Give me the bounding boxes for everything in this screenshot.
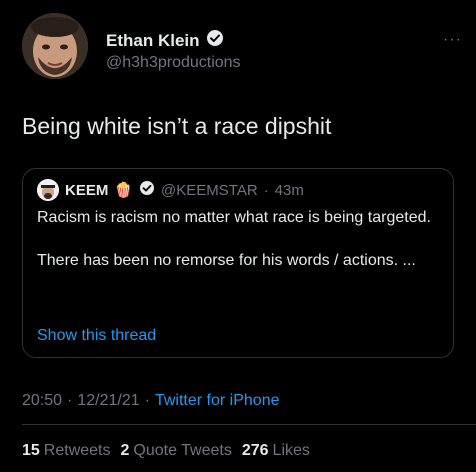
- quoted-text-line1: Racism is racism no matter what race is …: [37, 209, 431, 226]
- tweet-header: Ethan Klein @h3h3productions ···: [22, 13, 462, 83]
- quote-tweets-label: Quote Tweets: [133, 442, 232, 459]
- quoted-tweet-header: KEEM 🍿 @KEEMSTAR · 43m: [37, 179, 304, 201]
- tweet-text: Being white isn’t a race dipshit: [22, 113, 332, 139]
- quoted-tweet-body: Racism is racism no matter what race is …: [37, 207, 437, 293]
- show-thread-link[interactable]: Show this thread: [37, 327, 156, 345]
- tweet-time[interactable]: 20:50: [22, 392, 62, 410]
- meta-separator: ·: [144, 392, 150, 409]
- likes-label: Likes: [272, 442, 310, 459]
- quoted-tweet[interactable]: KEEM 🍿 @KEEMSTAR · 43m Racism is racism …: [22, 168, 454, 358]
- author-name[interactable]: Ethan Klein: [106, 31, 200, 51]
- tweet-date[interactable]: 12/21/21: [77, 392, 139, 410]
- likes-stat[interactable]: 276 Likes: [242, 442, 310, 460]
- quoted-author-handle: @KEEMSTAR: [161, 181, 258, 199]
- quoted-time: 43m: [274, 181, 304, 199]
- meta-separator: ·: [67, 392, 73, 409]
- author-name-row[interactable]: Ethan Klein: [106, 29, 224, 52]
- quoted-text-line2: There has been no remorse for his words …: [37, 252, 416, 269]
- author-avatar[interactable]: [22, 13, 88, 79]
- tweet-stats: 15 Retweets 2 Quote Tweets 276 Likes: [22, 442, 314, 460]
- quoted-separator: ·: [263, 181, 269, 199]
- quoted-author-name: KEEM: [65, 181, 109, 199]
- quote-tweets-stat[interactable]: 2 Quote Tweets: [121, 442, 232, 460]
- quote-tweets-count: 2: [120, 442, 130, 459]
- divider: [22, 424, 476, 425]
- more-options-icon[interactable]: ···: [443, 31, 462, 49]
- retweets-count: 15: [22, 442, 40, 459]
- retweets-label: Retweets: [43, 442, 111, 459]
- popcorn-emoji: 🍿: [114, 182, 134, 199]
- likes-count: 276: [241, 442, 269, 459]
- verified-badge-icon: [206, 29, 224, 52]
- quoted-verified-badge-icon: [139, 180, 155, 201]
- tweet-meta: 20:50 · 12/21/21 · Twitter for iPhone: [22, 392, 279, 410]
- author-handle[interactable]: @h3h3productions: [106, 54, 241, 72]
- quoted-author-avatar: [37, 179, 59, 201]
- tweet-source-link[interactable]: Twitter for iPhone: [155, 392, 280, 410]
- retweets-stat[interactable]: 15 Retweets: [22, 442, 111, 460]
